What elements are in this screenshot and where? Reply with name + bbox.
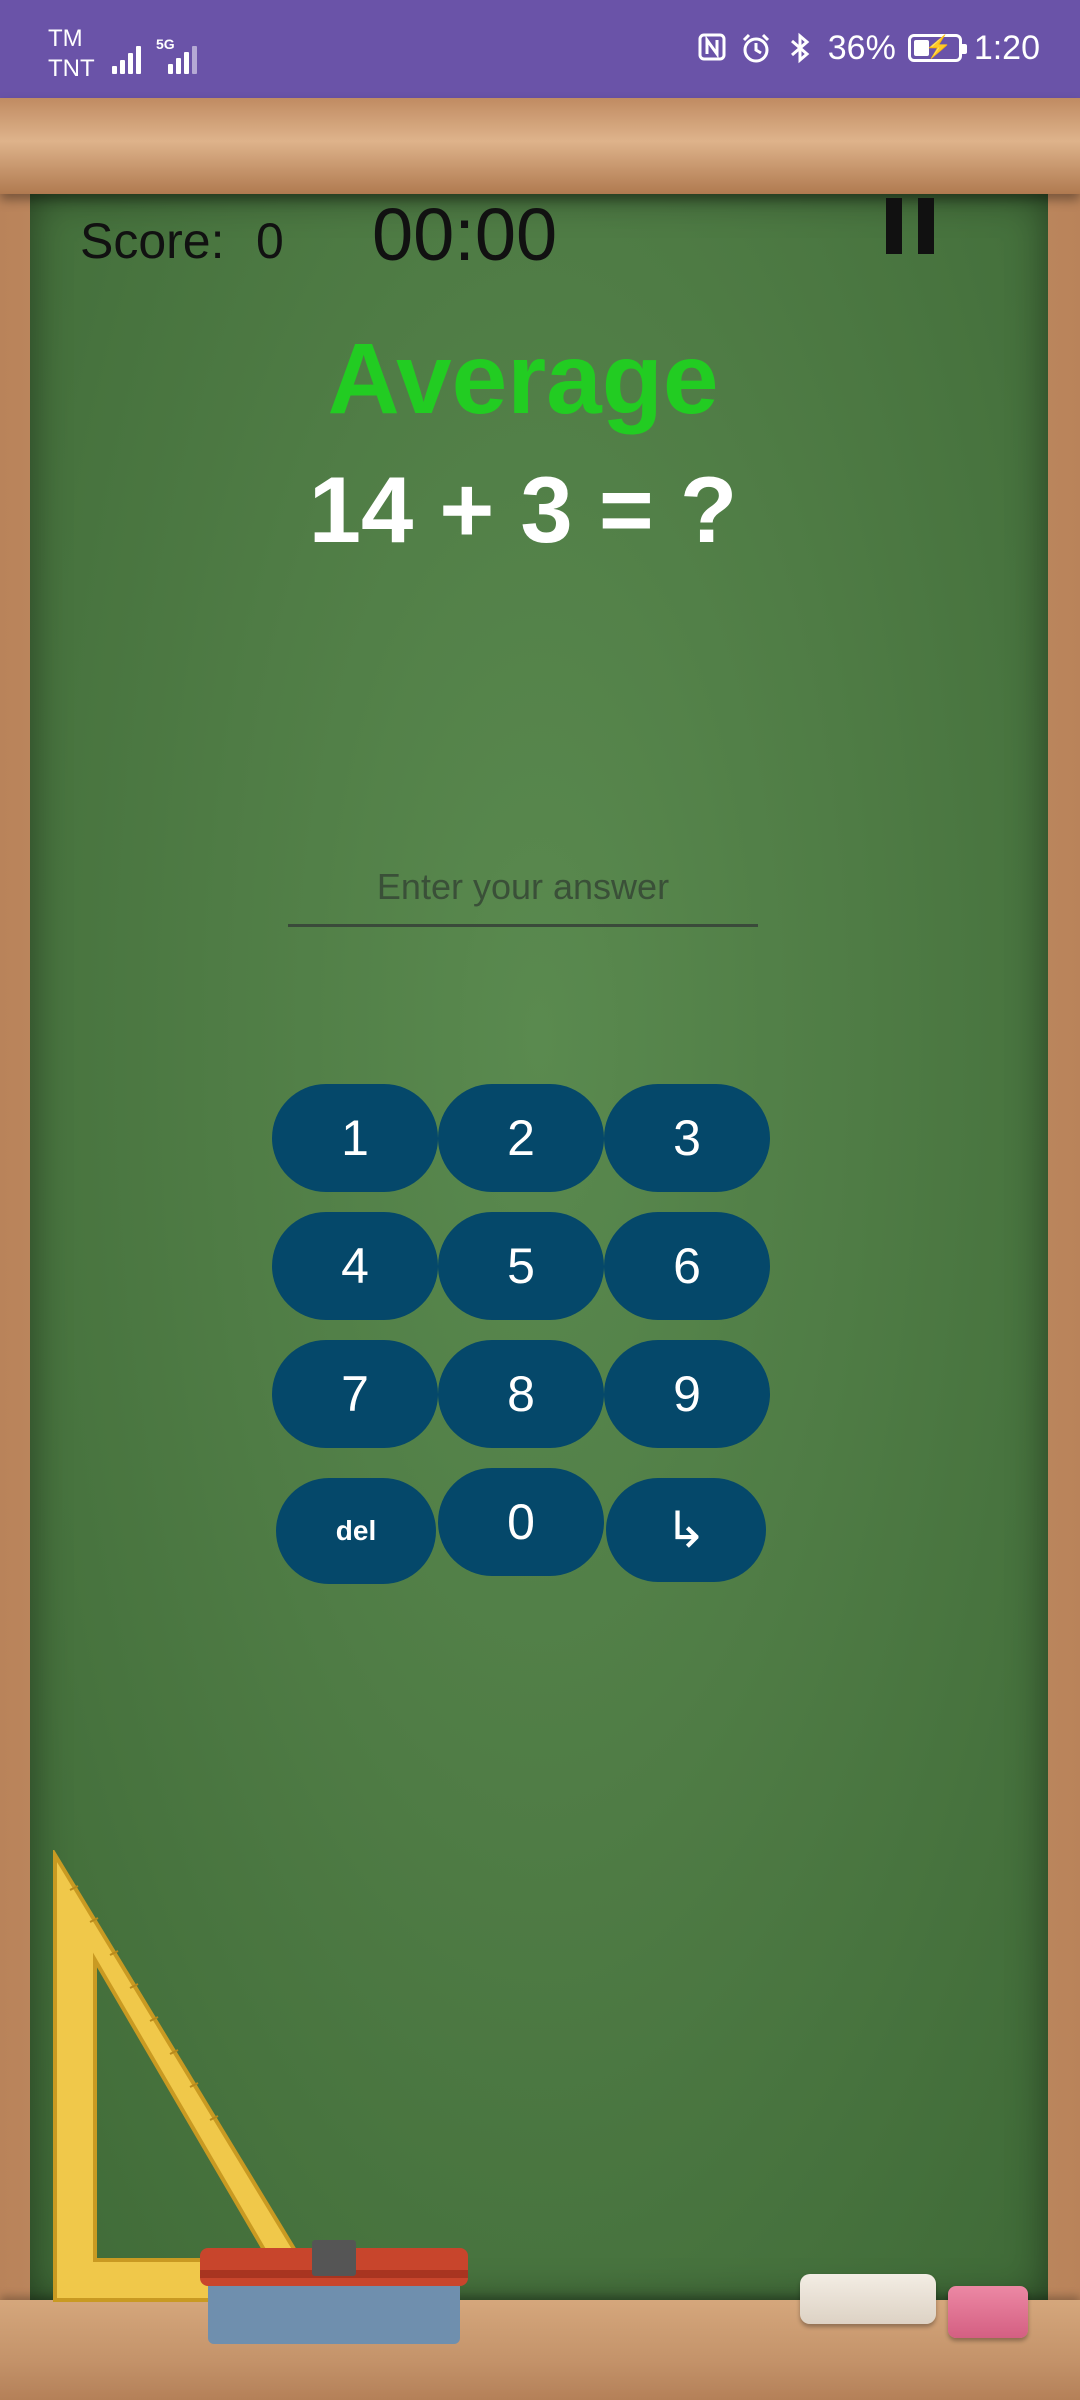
key-3[interactable]: 3 bbox=[604, 1084, 770, 1192]
timer: 00:00 bbox=[372, 193, 558, 276]
bluetooth-icon bbox=[784, 32, 816, 64]
pause-button[interactable] bbox=[886, 198, 936, 254]
delete-button[interactable]: del bbox=[276, 1478, 436, 1584]
key-6[interactable]: 6 bbox=[604, 1212, 770, 1320]
carrier-2: TNT bbox=[48, 55, 95, 82]
network-tag: 5G bbox=[156, 36, 175, 52]
eraser-box-icon bbox=[200, 2240, 468, 2344]
key-5[interactable]: 5 bbox=[438, 1212, 604, 1320]
key-2[interactable]: 2 bbox=[438, 1084, 604, 1192]
key-0[interactable]: 0 bbox=[438, 1468, 604, 1576]
score-label: Score: bbox=[80, 213, 225, 269]
enter-icon: ↳ bbox=[665, 1502, 707, 1558]
enter-button[interactable]: ↳ bbox=[606, 1478, 766, 1582]
score-value: 0 bbox=[256, 213, 284, 269]
pause-icon bbox=[886, 198, 902, 254]
answer-input[interactable] bbox=[288, 850, 758, 927]
battery-percent: 36% bbox=[827, 28, 896, 67]
key-1[interactable]: 1 bbox=[272, 1084, 438, 1192]
nfc-icon bbox=[696, 32, 728, 64]
board-frame-top bbox=[0, 98, 1080, 194]
pink-eraser-icon bbox=[948, 2286, 1028, 2338]
key-8[interactable]: 8 bbox=[438, 1340, 604, 1448]
clock: 1:20 bbox=[973, 28, 1040, 67]
status-bar: TM TNT 5G 36% ⚡ 1:20 bbox=[0, 0, 1080, 98]
carrier-labels: TM TNT bbox=[48, 24, 95, 84]
key-7[interactable]: 7 bbox=[272, 1340, 438, 1448]
key-9[interactable]: 9 bbox=[604, 1340, 770, 1448]
difficulty-label: Average bbox=[327, 323, 719, 435]
key-4[interactable]: 4 bbox=[272, 1212, 438, 1320]
chalk-icon bbox=[800, 2274, 936, 2324]
battery-charging-icon: ⚡ bbox=[907, 34, 967, 62]
alarm-icon bbox=[740, 32, 772, 64]
carrier-1: TM bbox=[48, 25, 83, 52]
question-text: 14 + 3 = ? bbox=[308, 457, 738, 562]
status-right: 36% ⚡ 1:20 bbox=[696, 26, 1040, 70]
